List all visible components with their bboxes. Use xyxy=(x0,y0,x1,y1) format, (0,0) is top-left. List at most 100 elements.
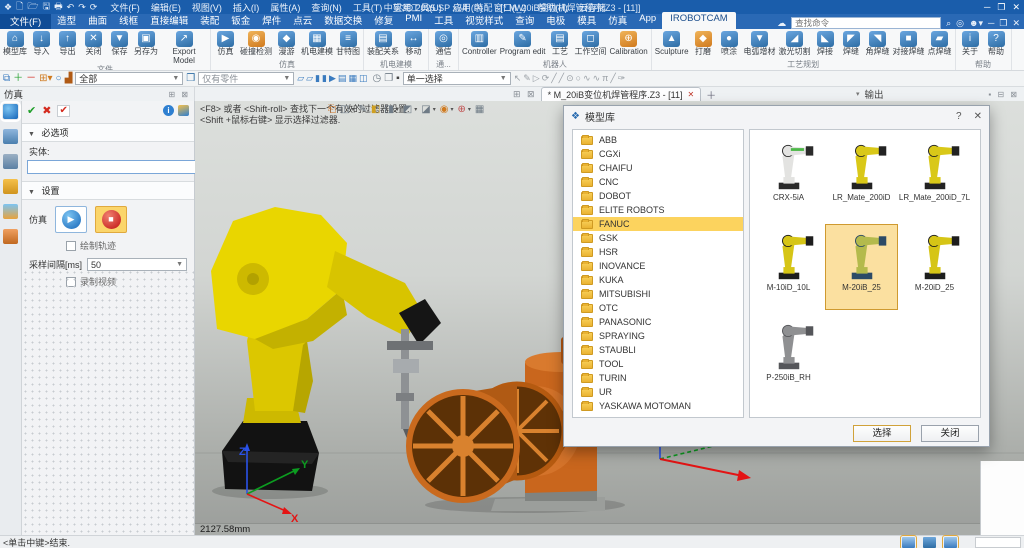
confirm-icon[interactable]: ✔ xyxy=(27,104,36,117)
part-filter-icon[interactable]: ❒ xyxy=(186,72,195,86)
folder-row[interactable]: YASKAWA MOTOMAN xyxy=(573,399,743,413)
model-thumb[interactable]: M-10iD_10L xyxy=(752,224,825,310)
ribbon-button[interactable]: ◉碰撞检测 xyxy=(239,30,273,57)
close-button[interactable]: 关闭 xyxy=(921,425,979,442)
folder-row[interactable]: MITSUBISHI xyxy=(573,287,743,301)
refresh-icon[interactable]: ⟳ xyxy=(90,2,98,13)
document-tab[interactable]: * M_20iB变位机焊管程序.Z3 - [11] ✕ xyxy=(541,87,702,101)
ribbon-button[interactable]: i关于 xyxy=(958,30,983,57)
model-thumb[interactable]: LR_Mate_200iD xyxy=(825,134,898,220)
ribbon-button[interactable]: ◥角焊缝 xyxy=(865,30,891,57)
ribbon-tab[interactable]: 焊件 xyxy=(256,12,287,29)
model-thumb[interactable]: CRX-5iA xyxy=(752,134,825,220)
minimize-icon[interactable]: ─ xyxy=(984,2,990,13)
quick-edit-icon[interactable] xyxy=(178,105,189,116)
new-tab-icon[interactable]: ＋ xyxy=(706,87,716,102)
filter-parts-select[interactable]: 仅有零件▼ xyxy=(198,72,294,85)
clipboard-icon[interactable]: ❐ xyxy=(384,72,393,86)
drive-icon[interactable] xyxy=(944,537,957,548)
folder-row[interactable]: TOOL xyxy=(573,357,743,371)
tab-close-icon[interactable]: ✕ xyxy=(687,90,694,99)
folder-row[interactable]: UR xyxy=(573,385,743,399)
ribbon-button[interactable]: ?帮助 xyxy=(984,30,1009,57)
doc-close-icon[interactable]: ✕ xyxy=(1012,18,1020,29)
render-ball-icon[interactable]: ◉ xyxy=(440,104,449,115)
operator-icon[interactable] xyxy=(3,229,18,244)
ribbon-tab[interactable]: PMI xyxy=(399,12,428,29)
ribbon-button[interactable]: ✕关闭 xyxy=(81,30,106,57)
chart-icon[interactable]: ▟ xyxy=(65,72,73,86)
stop-button[interactable]: ■ xyxy=(95,206,127,233)
pick-filter-icon[interactable]: ⧉ xyxy=(3,72,10,86)
ribbon-button[interactable]: ▦机电建模 xyxy=(300,30,334,57)
ribbon-tab[interactable]: 直接编辑 xyxy=(144,12,194,29)
section-required[interactable]: ▼ 必选项 xyxy=(22,123,194,142)
ribbon-tab[interactable]: 视觉样式 xyxy=(459,12,509,29)
history-clock-icon[interactable]: ◷ xyxy=(372,72,381,86)
select-button[interactable]: 选择 xyxy=(853,425,911,442)
new-file-icon[interactable]: 🗋 xyxy=(16,0,23,15)
layer-icon[interactable]: ◫ xyxy=(340,104,349,115)
folder-row[interactable]: ELITE ROBOTS xyxy=(573,203,743,217)
ribbon-button[interactable]: ◆漫游 xyxy=(274,30,299,57)
ribbon-button[interactable]: ■对接焊缝 xyxy=(892,30,926,57)
ribbon-tab[interactable]: 仿真 xyxy=(602,12,633,29)
restore-icon[interactable]: ❐ xyxy=(997,2,1005,13)
monitor-icon[interactable] xyxy=(923,537,936,548)
target-icon[interactable]: ⊕ xyxy=(457,104,465,115)
search-icon[interactable]: ⌕ xyxy=(946,18,951,29)
ribbon-tab[interactable]: 装配 xyxy=(194,12,225,29)
ribbon-tab[interactable]: 电极 xyxy=(540,12,571,29)
ribbon-button[interactable]: ●喷涂 xyxy=(717,30,742,57)
ribbon-button[interactable]: ◤焊缝 xyxy=(839,30,864,57)
model-thumb[interactable]: M-20iD_25 xyxy=(898,224,971,310)
ribbon-tab[interactable]: 线框 xyxy=(113,12,144,29)
ribbon-button[interactable]: ↔移动 xyxy=(401,30,426,57)
ribbon-button[interactable]: ◻工作空间 xyxy=(573,30,607,57)
folder-row[interactable]: PANASONIC xyxy=(573,315,743,329)
filter-all-select[interactable]: 全部▼ xyxy=(75,72,183,85)
redo-icon[interactable]: ↷ xyxy=(78,2,86,13)
model-thumb[interactable]: P-250iB_RH xyxy=(752,314,825,400)
doc-restore-icon[interactable]: ❐ xyxy=(999,18,1007,29)
folder-row[interactable]: DOBOT xyxy=(573,189,743,203)
robot-tree-icon[interactable] xyxy=(3,129,18,144)
folder-row[interactable]: GSK xyxy=(573,231,743,245)
ribbon-button[interactable]: ▥Controller xyxy=(461,30,498,57)
output-panel-header[interactable]: ▾ 输出 ▪ ⊟ ⊠ xyxy=(856,87,1024,101)
ribbon-tab-active[interactable]: IROBOTCAM xyxy=(662,12,736,29)
apply-icon[interactable]: ✔ xyxy=(57,105,69,117)
ribbon-tab[interactable]: 钣金 xyxy=(225,12,256,29)
folder-row[interactable]: OTC xyxy=(573,301,743,315)
ribbon-tab[interactable]: 点云 xyxy=(287,12,318,29)
ribbon-tab[interactable]: 模具 xyxy=(571,12,602,29)
ribbon-tab[interactable]: 工具 xyxy=(428,12,459,29)
view-cube-icon[interactable]: ◨ xyxy=(384,104,393,115)
ribbon-tab[interactable]: App xyxy=(633,12,662,29)
ribbon-button[interactable]: ✎Program edit xyxy=(499,30,547,57)
folder-row[interactable]: CHAIFU xyxy=(573,161,743,175)
folder-row[interactable]: ABB xyxy=(573,133,743,147)
snap-filter-icons[interactable]: ▱▱▮▮▶▤▦◫ xyxy=(297,73,369,84)
ribbon-button[interactable]: ▤工艺 xyxy=(547,30,572,57)
cancel-icon[interactable]: ✖ xyxy=(42,104,51,117)
ribbon-button[interactable]: ⊕Calibration xyxy=(608,30,648,57)
tabbar-dock-icons[interactable]: ⊞ ⊠ xyxy=(513,89,537,100)
info-icon[interactable]: i xyxy=(163,105,174,116)
ribbon-button[interactable]: ≡甘特图 xyxy=(335,30,361,57)
command-search-input[interactable] xyxy=(791,17,941,29)
folder-row[interactable]: KUKA xyxy=(573,273,743,287)
wireframe-cube-icon[interactable]: ◩ xyxy=(403,104,412,115)
remove-icon[interactable]: － xyxy=(26,72,36,86)
edit-view-icon[interactable]: ✎ xyxy=(358,104,366,115)
dialog-close-icon[interactable]: ✕ xyxy=(974,111,982,122)
ribbon-button[interactable]: ▼保存 xyxy=(107,30,132,57)
draw-track-checkbox[interactable] xyxy=(66,241,76,251)
cloud-icon[interactable]: ☁ xyxy=(777,18,786,29)
ribbon-button[interactable]: ↑导出 xyxy=(55,30,80,57)
ribbon-button[interactable]: ↓导入 xyxy=(29,30,54,57)
ribbon-button[interactable]: ▣另存为 xyxy=(133,30,159,57)
ribbon-button[interactable]: ▲Sculpture xyxy=(654,30,690,57)
folder-row[interactable]: TURIN xyxy=(573,371,743,385)
open-file-icon[interactable]: 🗁 xyxy=(27,0,38,15)
